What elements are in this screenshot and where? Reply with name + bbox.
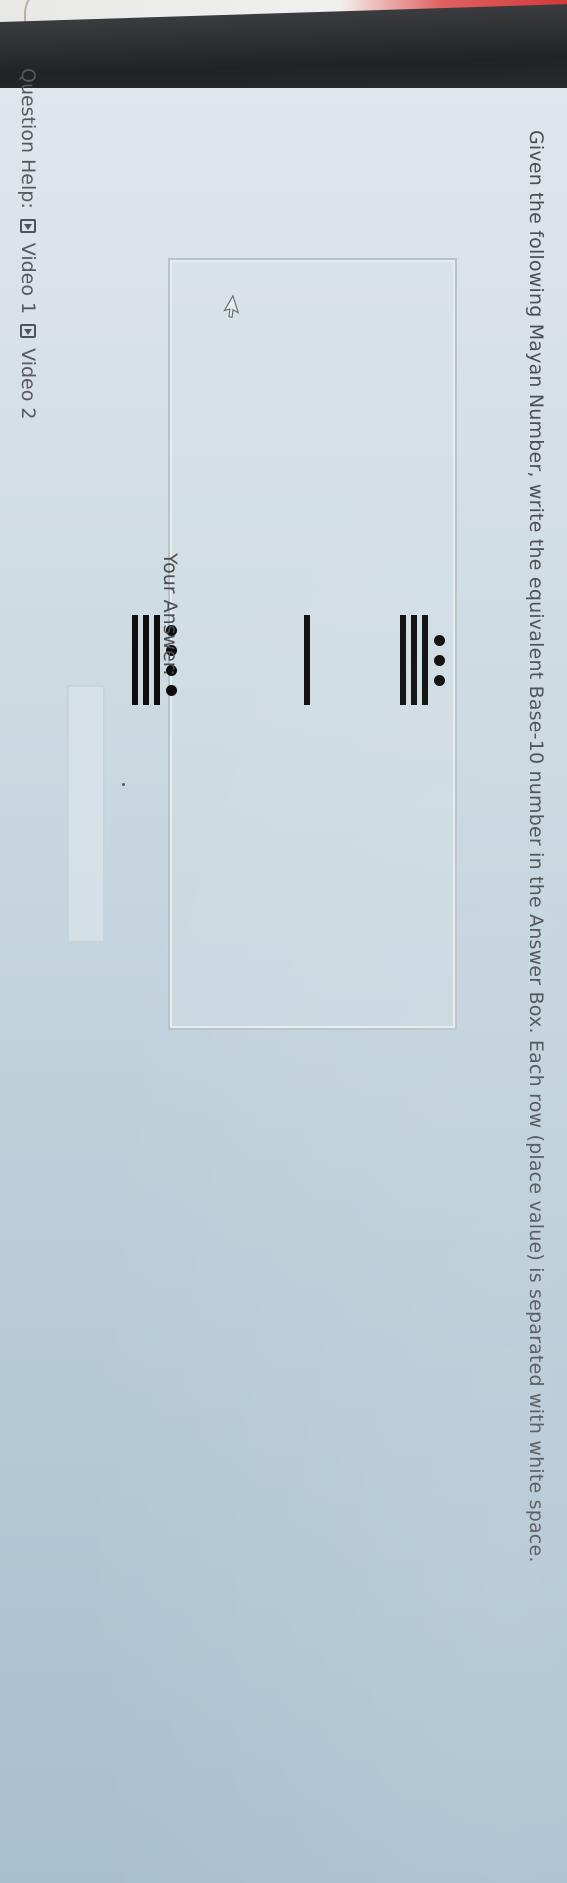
- answer-label: Your Answer:: [159, 553, 181, 676]
- video-2-link[interactable]: Video 2: [17, 348, 39, 419]
- mayan-dot: [166, 684, 177, 696]
- question-page: Given the following Mayan Number, write …: [0, 68, 567, 1848]
- mayan-bar: [132, 615, 138, 705]
- mayan-dot: [434, 654, 445, 666]
- mayan-bar: [143, 615, 149, 705]
- answer-input[interactable]: [67, 685, 105, 943]
- screen-speck: [122, 783, 125, 786]
- mayan-row-top: [395, 615, 445, 705]
- question-help-label: Question Help:: [17, 68, 39, 209]
- mayan-dot: [434, 634, 445, 646]
- video-1-link[interactable]: Video 1: [17, 243, 39, 314]
- mayan-bar: [304, 615, 310, 705]
- mayan-row-middle: [299, 615, 310, 705]
- mayan-dots: [434, 615, 445, 705]
- mouse-pointer-icon: [223, 294, 240, 319]
- mayan-number-box: [132, 258, 457, 1030]
- screen: Given the following Mayan Number, write …: [0, 68, 567, 1883]
- photo-frame: Given the following Mayan Number, write …: [0, 0, 567, 1883]
- mayan-bar: [411, 615, 417, 705]
- mayan-dot: [434, 674, 445, 686]
- question-help: Question Help: Video 1 Video 2: [17, 68, 39, 420]
- video-icon: [20, 218, 36, 233]
- video-icon: [20, 324, 36, 339]
- question-text: Given the following Mayan Number, write …: [525, 130, 547, 1563]
- mayan-bar: [422, 615, 428, 705]
- mayan-bar: [400, 615, 406, 705]
